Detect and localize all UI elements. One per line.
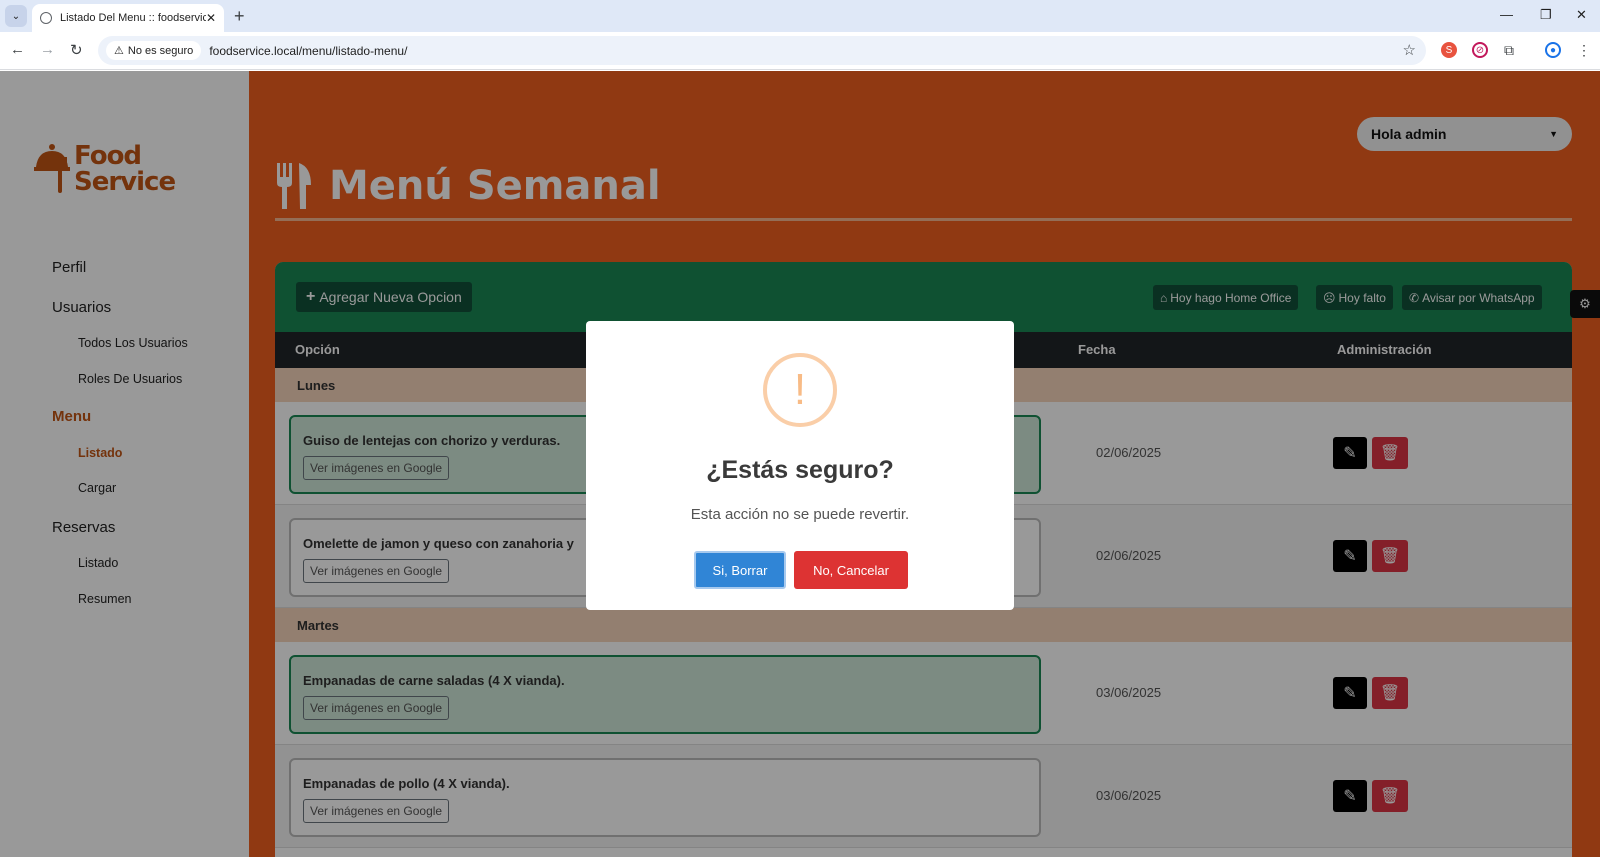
browser-tab[interactable]: Listado Del Menu :: foodservice ✕ xyxy=(32,4,224,32)
dialog-title: ¿Estás seguro? xyxy=(706,456,894,484)
browser-menu-icon[interactable]: ⋮ xyxy=(1576,42,1592,58)
tab-search-dropdown-icon[interactable]: ⌄ xyxy=(5,5,27,27)
globe-icon xyxy=(40,12,52,24)
profile-icon[interactable]: ● xyxy=(1545,42,1561,58)
browser-tabbar: ⌄ Listado Del Menu :: foodservice ✕ + — … xyxy=(0,0,1600,32)
warning-icon: ⚠ xyxy=(114,45,124,57)
new-tab-icon[interactable]: + xyxy=(234,6,245,27)
extension-icon[interactable]: S xyxy=(1441,42,1457,58)
close-window-icon[interactable]: ✕ xyxy=(1576,7,1587,23)
minimize-icon[interactable]: — xyxy=(1500,7,1513,22)
tab-close-icon[interactable]: ✕ xyxy=(206,11,216,25)
security-chip[interactable]: ⚠ No es seguro xyxy=(106,41,202,60)
reload-icon[interactable]: ↻ xyxy=(70,41,83,59)
address-bar[interactable]: ⚠ No es seguro foodservice.local/menu/li… xyxy=(98,36,1426,65)
back-icon[interactable]: ← xyxy=(10,41,25,58)
dialog-text: Esta acción no se puede revertir. xyxy=(690,506,910,523)
restore-icon[interactable]: ❐ xyxy=(1540,7,1552,23)
confirm-dialog: ! ¿Estás seguro? Esta acción no se puede… xyxy=(586,321,1014,610)
browser-toolbar: ← → ↻ ⚠ No es seguro foodservice.local/m… xyxy=(0,32,1600,70)
block-extension-icon[interactable]: ⊘ xyxy=(1472,42,1488,58)
bookmark-star-icon[interactable]: ☆ xyxy=(1403,41,1416,59)
warning-icon: ! xyxy=(763,353,837,427)
security-label: No es seguro xyxy=(127,44,194,57)
cancel-button[interactable]: No, Cancelar xyxy=(794,551,908,589)
extensions-puzzle-icon[interactable]: ⧉ xyxy=(1501,42,1517,58)
url-text: foodservice.local/menu/listado-menu/ xyxy=(209,43,408,58)
forward-icon[interactable]: → xyxy=(40,41,55,58)
tab-title: Listado Del Menu :: foodservice xyxy=(60,12,206,24)
confirm-delete-button[interactable]: Si, Borrar xyxy=(694,551,786,589)
